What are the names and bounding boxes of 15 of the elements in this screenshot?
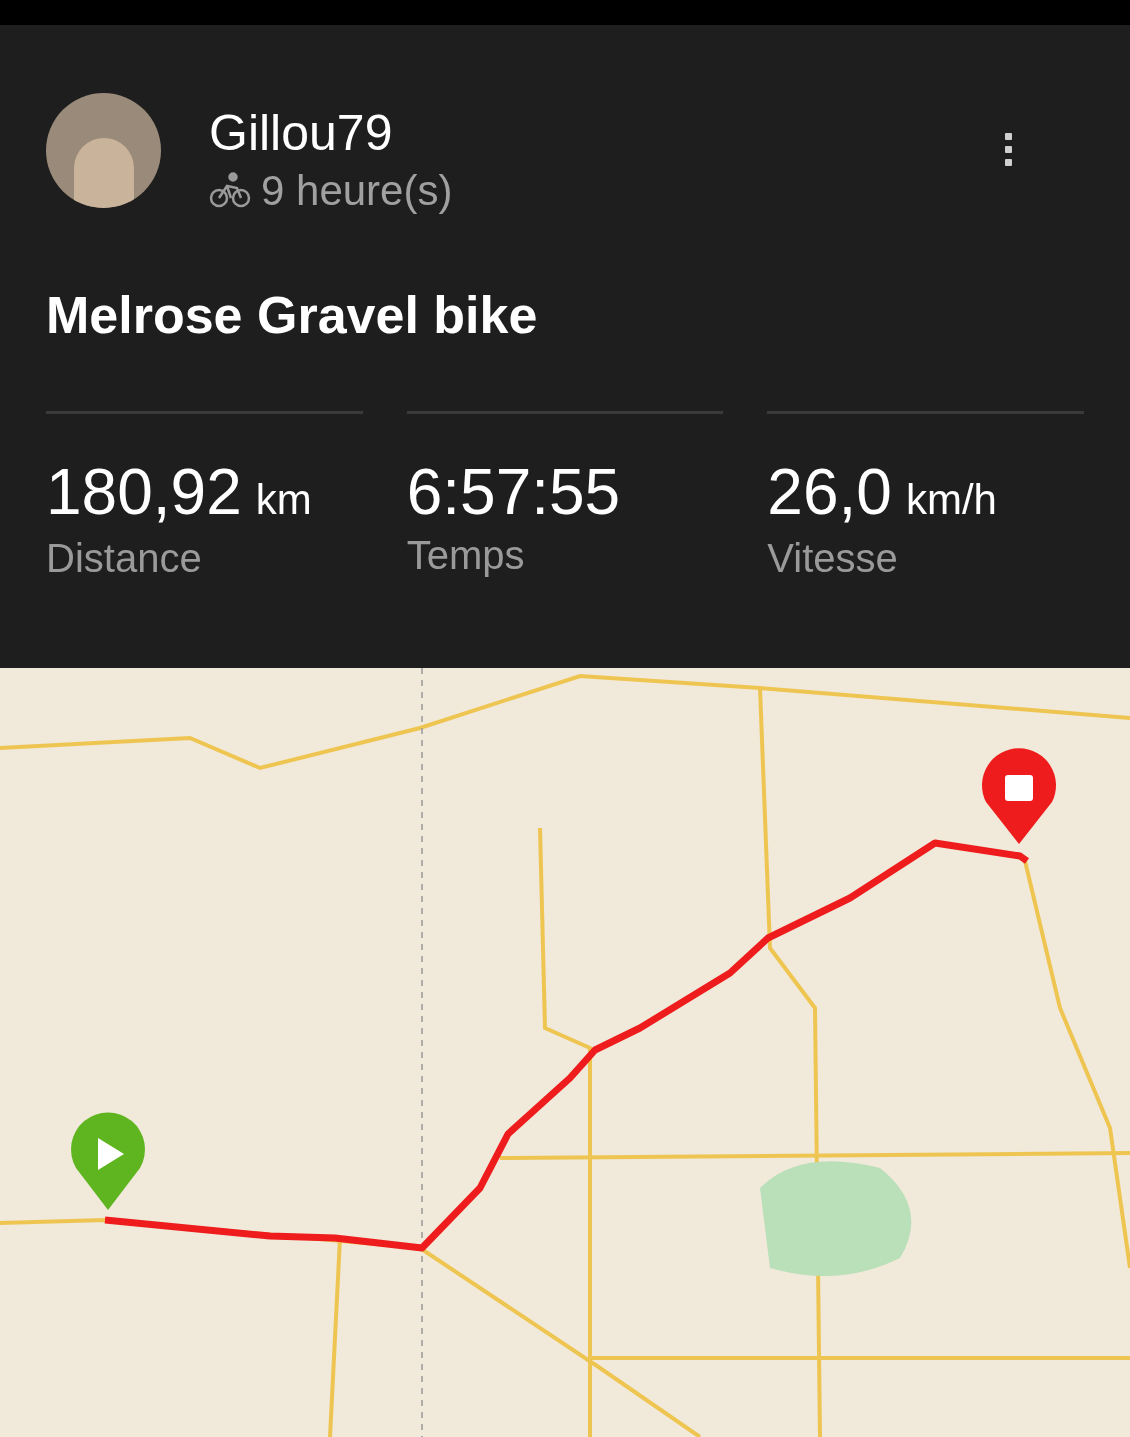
stat-label: Distance xyxy=(46,535,203,582)
stat-unit: km/h xyxy=(905,475,997,525)
start-marker[interactable] xyxy=(71,1112,145,1210)
finish-marker[interactable] xyxy=(982,748,1056,844)
stat-unit: km xyxy=(255,475,312,525)
user-name[interactable]: Gillou79 xyxy=(209,103,453,163)
stat-label: Temps xyxy=(406,532,526,579)
more-menu-icon[interactable] xyxy=(1003,131,1014,168)
activity-duration: 9 heure(s) xyxy=(261,167,453,215)
stat-value: 26,0 xyxy=(767,456,892,528)
activity-title: Melrose Gravel bike xyxy=(46,285,539,345)
stat-label: Vitesse xyxy=(767,535,899,582)
stat-value: 180,92 xyxy=(46,456,242,528)
stat-value: 6:57:55 xyxy=(406,456,621,528)
bicycle-icon xyxy=(209,172,251,210)
